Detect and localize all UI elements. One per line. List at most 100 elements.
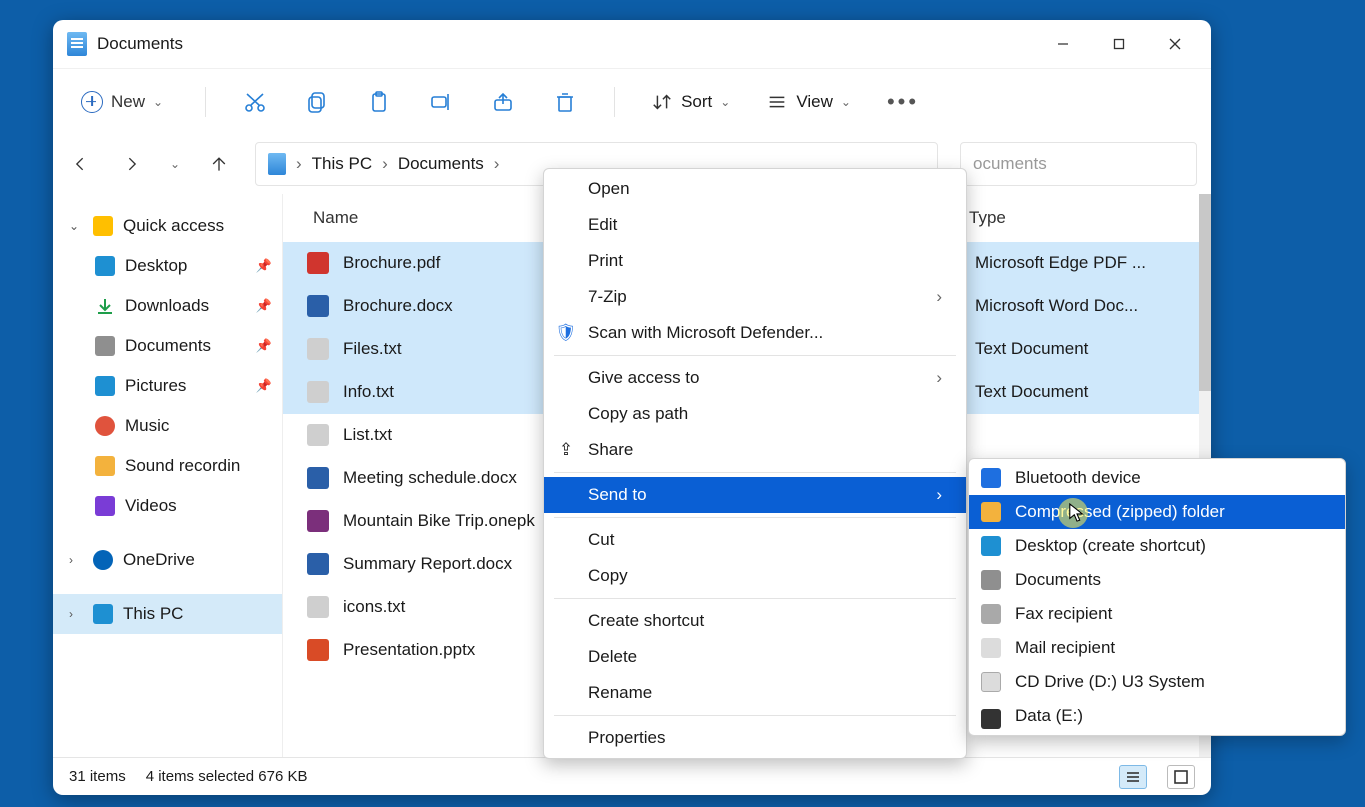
sidebar-thispc[interactable]: › This PC <box>53 594 282 634</box>
sidebar-item-downloads[interactable]: Downloads 📌 <box>53 286 282 326</box>
view-button[interactable]: View ⌄ <box>766 91 851 113</box>
sort-button[interactable]: Sort ⌄ <box>651 91 730 113</box>
breadcrumb-root-icon <box>268 153 286 175</box>
thumbnails-view-button[interactable] <box>1167 765 1195 789</box>
rename-icon[interactable] <box>428 89 454 115</box>
file-icon <box>307 467 329 489</box>
file-icon <box>307 639 329 661</box>
chevron-down-icon: ⌄ <box>153 95 163 109</box>
file-type: Microsoft Word Doc... <box>975 296 1175 316</box>
sidebar-item-pictures[interactable]: Pictures 📌 <box>53 366 282 406</box>
sidebar-item-label: Desktop <box>125 256 187 276</box>
file-icon <box>307 338 329 360</box>
videos-icon <box>95 496 115 516</box>
sendto-bluetooth[interactable]: Bluetooth device <box>969 461 1345 495</box>
sidebar-onedrive[interactable]: › OneDrive <box>53 540 282 580</box>
menu-giveaccess[interactable]: Give access to› <box>544 360 966 396</box>
sidebar-item-desktop[interactable]: Desktop 📌 <box>53 246 282 286</box>
sidebar-quick-access[interactable]: ⌄ Quick access <box>53 206 282 246</box>
chevron-down-icon: ⌄ <box>720 95 730 109</box>
menu-share[interactable]: ⇪Share <box>544 432 966 468</box>
up-button[interactable] <box>205 150 233 178</box>
sendto-data[interactable]: Data (E:) <box>969 699 1345 733</box>
cut-icon[interactable] <box>242 89 268 115</box>
menu-rename[interactable]: Rename <box>544 675 966 711</box>
sort-label: Sort <box>681 92 712 112</box>
sidebar: ⌄ Quick access Desktop 📌 Downloads 📌 Doc… <box>53 194 283 757</box>
share-icon[interactable] <box>490 89 516 115</box>
menu-sendto[interactable]: Send to› <box>544 477 966 513</box>
share-icon: ⇪ <box>556 440 576 460</box>
titlebar: Documents <box>53 20 1211 68</box>
bluetooth-icon <box>981 468 1001 488</box>
menu-open[interactable]: Open <box>544 171 966 207</box>
sidebar-item-music[interactable]: Music <box>53 406 282 446</box>
pin-icon: 📌 <box>256 258 272 274</box>
sendto-zip[interactable]: Compressed (zipped) folder <box>969 495 1345 529</box>
new-button[interactable]: New ⌄ <box>75 87 169 117</box>
sidebar-item-documents[interactable]: Documents 📌 <box>53 326 282 366</box>
file-icon <box>307 553 329 575</box>
sendto-submenu: Bluetooth device Compressed (zipped) fol… <box>968 458 1346 736</box>
folder-icon <box>95 456 115 476</box>
zip-folder-icon <box>981 502 1001 522</box>
sidebar-thispc-label: This PC <box>123 604 183 624</box>
details-view-button[interactable] <box>1119 765 1147 789</box>
window-title: Documents <box>97 34 183 54</box>
sidebar-item-videos[interactable]: Videos <box>53 486 282 526</box>
status-bar: 31 items 4 items selected 676 KB <box>53 757 1211 795</box>
back-button[interactable] <box>67 150 95 178</box>
pc-icon <box>93 604 113 624</box>
scrollbar-thumb[interactable] <box>1199 194 1211 391</box>
menu-scan[interactable]: 🛡Scan with Microsoft Defender... <box>544 315 966 351</box>
onedrive-icon <box>93 550 113 570</box>
menu-delete[interactable]: Delete <box>544 639 966 675</box>
sidebar-item-label: Music <box>125 416 169 436</box>
sendto-desktop[interactable]: Desktop (create shortcut) <box>969 529 1345 563</box>
cd-icon <box>981 672 1001 692</box>
status-selection: 4 items selected 676 KB <box>146 768 308 785</box>
star-icon <box>93 216 113 236</box>
sendto-cd[interactable]: CD Drive (D:) U3 System <box>969 665 1345 699</box>
menu-cut[interactable]: Cut <box>544 522 966 558</box>
search-placeholder-partial: ocuments <box>973 154 1047 174</box>
sendto-documents[interactable]: Documents <box>969 563 1345 597</box>
more-button[interactable]: ••• <box>887 89 919 115</box>
minimize-button[interactable] <box>1035 24 1091 64</box>
view-label: View <box>796 92 833 112</box>
file-icon <box>307 295 329 317</box>
maximize-button[interactable] <box>1091 24 1147 64</box>
breadcrumb-sep: › <box>382 154 388 174</box>
menu-copypath[interactable]: Copy as path <box>544 396 966 432</box>
documents-icon <box>981 570 1001 590</box>
search-input[interactable]: ocuments <box>960 142 1197 186</box>
breadcrumb-seg-thispc[interactable]: This PC <box>312 154 372 174</box>
sidebar-quick-access-label: Quick access <box>123 216 224 236</box>
chevron-down-icon: ⌄ <box>841 95 851 109</box>
menu-copy[interactable]: Copy <box>544 558 966 594</box>
forward-button[interactable] <box>117 150 145 178</box>
fax-icon <box>981 604 1001 624</box>
file-type: Microsoft Edge PDF ... <box>975 253 1175 273</box>
paste-icon[interactable] <box>366 89 392 115</box>
file-type: Text Document <box>975 382 1175 402</box>
sidebar-item-label: Downloads <box>125 296 209 316</box>
column-header-type[interactable]: Type <box>969 208 1169 228</box>
breadcrumb-seg-documents[interactable]: Documents <box>398 154 484 174</box>
sendto-fax[interactable]: Fax recipient <box>969 597 1345 631</box>
file-type: Text Document <box>975 339 1175 359</box>
close-button[interactable] <box>1147 24 1203 64</box>
chevron-right-icon: › <box>936 485 942 505</box>
menu-properties[interactable]: Properties <box>544 720 966 756</box>
copy-icon[interactable] <box>304 89 330 115</box>
shield-icon: 🛡 <box>556 323 576 343</box>
sidebar-item-soundrec[interactable]: Sound recordin <box>53 446 282 486</box>
menu-edit[interactable]: Edit <box>544 207 966 243</box>
recent-dropdown[interactable]: ⌄ <box>167 150 183 178</box>
menu-7zip[interactable]: 7-Zip› <box>544 279 966 315</box>
menu-print[interactable]: Print <box>544 243 966 279</box>
menu-shortcut[interactable]: Create shortcut <box>544 603 966 639</box>
delete-icon[interactable] <box>552 89 578 115</box>
file-icon <box>307 596 329 618</box>
sendto-mail[interactable]: Mail recipient <box>969 631 1345 665</box>
